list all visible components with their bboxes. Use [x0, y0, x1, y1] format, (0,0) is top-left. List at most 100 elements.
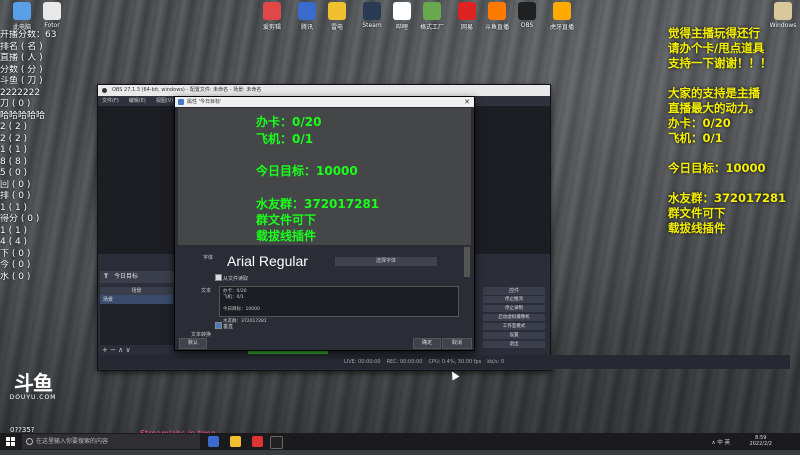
desktop-icon[interactable]: 斗鱼直播	[480, 2, 514, 31]
dialog-titlebar[interactable]: 属性 '今日目标' ✕	[175, 97, 474, 107]
desktop-icon[interactable]: Steam	[355, 2, 389, 29]
left-overlay-line: 1 ( 1 )	[0, 145, 28, 155]
control-button[interactable]: 停止推流	[483, 296, 545, 303]
menu-item[interactable]: 视图(V)	[156, 98, 173, 104]
desktop-icon-windows[interactable]: Windows	[766, 2, 800, 29]
right-overlay-line: 水友群：372017281	[668, 191, 787, 205]
system-tray[interactable]: ∧ 中 英	[711, 438, 730, 455]
obs-titlebar[interactable]: OBS 27.1.3 (64-bit, windows) - 配置文件: 未命名…	[98, 85, 550, 96]
preview-line: 载拔线插件	[256, 229, 317, 243]
vertical-checkbox[interactable]	[215, 322, 222, 329]
folder-icon	[774, 2, 792, 20]
task-view-icon[interactable]	[208, 436, 219, 447]
app-icon	[518, 2, 536, 20]
status-item: kb/s: 0	[487, 359, 505, 365]
left-overlay-line: 5 ( 0 )	[0, 168, 28, 178]
preview-line: 群文件可下	[256, 213, 317, 227]
desktop-icon[interactable]: 虎牙直播	[545, 2, 579, 31]
left-overlay-line: 刀 ( 0 )	[0, 99, 31, 109]
text-source-icon: T	[104, 273, 109, 280]
dialog-scrollbar[interactable]	[464, 247, 470, 277]
right-overlay-text: 觉得主播玩得还行 请办个卡/甩点道具 支持一下谢谢！！！ 大家的支持是主播 直播最大的动…	[668, 26, 800, 236]
left-overlay-line: 分数 ( 分 )	[0, 64, 43, 75]
text-source-preview: 办卡：0/20 飞机：0/1 今日目标：10000 水友群：372017281 …	[178, 108, 471, 245]
scene-item[interactable]: 场景	[100, 295, 173, 304]
taskbar: 在这里输入你要搜索的内容 ∧ 中 英 8:59 2022/2/2	[0, 433, 800, 450]
defaults-button[interactable]: 默认	[179, 338, 207, 349]
controls-header: 控件	[483, 287, 545, 295]
control-button[interactable]: 工作室模式	[483, 323, 545, 330]
left-overlay-line: 排名 ( 名 )	[0, 41, 43, 52]
menu-item[interactable]: 编辑(E)	[129, 98, 146, 104]
left-overlay-line: 直播 ( 人 )	[0, 53, 43, 63]
cancel-button[interactable]: 取消	[442, 338, 472, 349]
preview-line: 办卡：0/20	[256, 115, 322, 129]
desktop-icon[interactable]: 网易	[450, 2, 484, 31]
search-icon	[26, 438, 33, 445]
control-button[interactable]: 停止录制	[483, 305, 545, 312]
source-toolbar: T 今日目标	[100, 271, 177, 283]
left-overlay-line: 8 ( 8 )	[0, 156, 28, 167]
left-overlay-line: 回 ( 0 )	[0, 179, 31, 190]
dialog-app-icon	[178, 99, 184, 105]
right-overlay-line	[668, 146, 800, 161]
preview-line: 水友群：372017281	[256, 197, 380, 211]
windows-logo-icon	[6, 437, 15, 446]
vertical-label: 垂直	[223, 324, 234, 330]
right-overlay-line: 直播最大的动力。	[668, 101, 760, 115]
desktop-icon[interactable]: 哔哩	[385, 2, 419, 31]
desktop-icon[interactable]: 此电脑	[5, 2, 39, 31]
desktop-icon[interactable]: 腾讯	[290, 2, 324, 31]
obs-statusbar: LIVE: 00:00:00 REC: 00:00:00 CPU: 0.4%, 30…	[98, 355, 790, 369]
right-overlay-line	[668, 176, 800, 191]
right-overlay-line: 大家的支持是主播	[668, 86, 760, 100]
menu-item[interactable]: 文件(F)	[102, 98, 119, 104]
desktop-icon[interactable]: Fotor	[35, 2, 69, 29]
app-taskbar-icon[interactable]	[252, 436, 263, 447]
obs-taskbar-icon[interactable]	[270, 436, 283, 449]
control-button[interactable]: 设置	[483, 332, 545, 339]
left-overlay-line: 4 ( 4 )	[0, 237, 28, 247]
scenes-header: 场景	[100, 287, 173, 295]
taskbar-search[interactable]: 在这里输入你要搜索的内容	[22, 434, 200, 449]
pick-font-button[interactable]: 选择字体	[335, 257, 437, 266]
desktop-icon[interactable]: 雷电	[320, 2, 354, 31]
text-label: 文本	[201, 288, 212, 294]
scene-add-remove-buttons[interactable]: + − ∧ ∨	[102, 346, 131, 354]
app-icon	[458, 2, 476, 20]
file-explorer-icon[interactable]	[230, 436, 241, 447]
left-overlay-line: 2 ( 2 )	[0, 133, 28, 144]
right-overlay-line: 支持一下谢谢！！！	[668, 56, 772, 70]
desktop-icon[interactable]: OBS	[510, 2, 544, 29]
app-icon	[393, 2, 411, 20]
left-overlay-line: 开播分数：63	[0, 30, 57, 40]
app-icon	[13, 2, 31, 20]
app-icon	[263, 2, 281, 20]
app-icon	[298, 2, 316, 20]
scenes-list[interactable]: 场景	[100, 295, 173, 345]
control-button[interactable]: 启动虚拟摄像机	[483, 314, 545, 321]
right-overlay-line: 请办个卡/甩点道具	[668, 41, 765, 55]
text-input[interactable]: 办卡：0/20 飞机：0/1 今日目标：10000 水友群：372017281	[219, 286, 459, 324]
right-overlay-line: 载拔线插件	[668, 221, 726, 235]
transform-label: 文本转换	[191, 332, 212, 338]
app-icon	[363, 2, 381, 20]
right-overlay-line: 办卡：0/20	[668, 116, 731, 130]
control-button[interactable]: 退出	[483, 341, 545, 348]
obs-logo-icon	[102, 88, 107, 93]
douyu-watermark: 斗鱼 DOUYU.COM	[9, 371, 57, 401]
close-icon[interactable]: ✕	[464, 97, 470, 107]
read-from-file-checkbox[interactable]	[215, 274, 222, 281]
taskbar-clock[interactable]: 8:59 2022/2/2	[750, 435, 772, 447]
right-overlay-line	[668, 71, 800, 86]
left-overlay-line: 1 ( 1 )	[0, 225, 28, 236]
preview-line: 飞机：0/1	[256, 132, 314, 146]
left-overlay-line: 2222222	[0, 87, 41, 98]
status-item: REC: 00:00:00	[386, 359, 423, 365]
app-icon	[488, 2, 506, 20]
desktop-icon[interactable]: 格式工厂	[415, 2, 449, 31]
start-button[interactable]	[0, 433, 22, 450]
desktop-icon[interactable]: 爱剪辑	[255, 2, 289, 31]
ok-button[interactable]: 确定	[413, 338, 441, 349]
properties-dialog[interactable]: 属性 '今日目标' ✕ 办卡：0/20 飞机：0/1 今日目标：10000 水友…	[174, 96, 475, 351]
